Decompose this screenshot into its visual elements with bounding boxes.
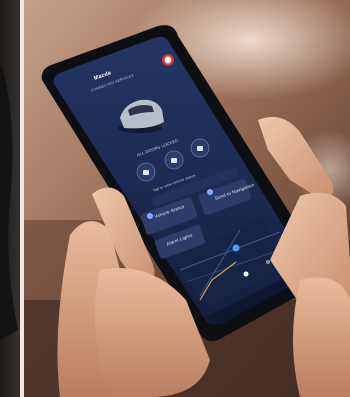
horn-icon xyxy=(197,146,203,151)
map-pin-icon xyxy=(207,189,213,195)
home-icon xyxy=(243,271,249,277)
right-hand-palm xyxy=(293,277,350,397)
profile-icon xyxy=(266,260,270,264)
panel-divider xyxy=(20,0,24,397)
photo-scene xyxy=(0,0,350,397)
map-location-pin xyxy=(232,244,240,252)
car-icon xyxy=(147,213,153,219)
avatar-inner xyxy=(164,56,172,64)
lock-icon xyxy=(143,170,149,175)
unlock-icon xyxy=(171,158,177,163)
